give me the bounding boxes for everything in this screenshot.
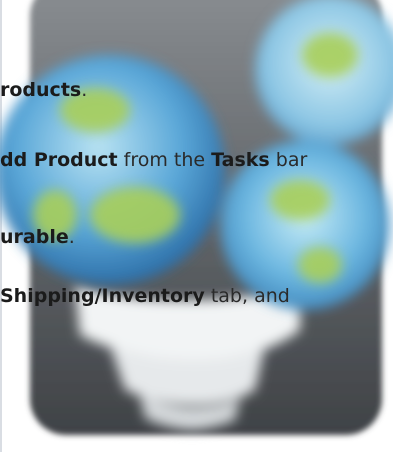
- bold-term: dd Product: [0, 149, 118, 171]
- bold-term: roducts: [0, 79, 82, 101]
- text-span: tab, and: [204, 285, 290, 307]
- text-span: bar: [269, 149, 308, 171]
- text-span: from the: [117, 149, 212, 171]
- text-span: .: [68, 226, 75, 248]
- screenshot-stage: roducts. dd Product from the Tasks bar u…: [0, 0, 393, 452]
- text-span: .: [81, 79, 88, 101]
- instruction-line-1: roducts.: [0, 78, 87, 102]
- instruction-line-4: Shipping/Inventory tab, and: [0, 284, 290, 308]
- instruction-line-3: urable.: [0, 225, 75, 249]
- instruction-line-2: dd Product from the Tasks bar: [0, 148, 307, 172]
- bold-term: urable: [0, 226, 69, 248]
- bold-term: Tasks: [211, 149, 270, 171]
- bold-term: Shipping/Inventory: [0, 285, 205, 307]
